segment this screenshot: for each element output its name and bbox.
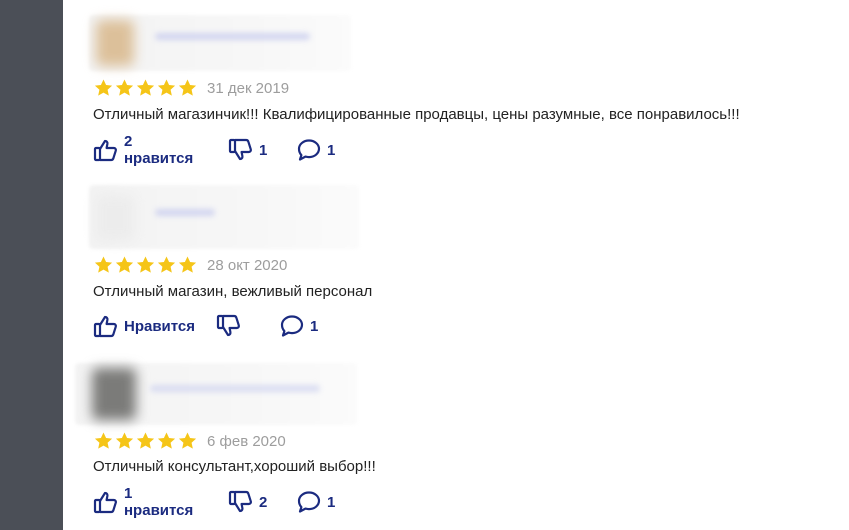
dislike-count: 1	[259, 141, 268, 159]
star-icon	[94, 79, 113, 96]
like-button[interactable]: 2 нравится	[93, 133, 193, 167]
star-icon	[115, 256, 134, 273]
rating-row: 6 фев 2020	[93, 431, 286, 451]
thumbs-up-icon	[93, 313, 119, 339]
author-name-blurred[interactable]	[155, 209, 215, 216]
like-button[interactable]: 1 нравится	[93, 485, 193, 519]
comment-count: 1	[327, 141, 336, 159]
left-sidebar	[0, 0, 63, 530]
like-count: Нравится	[124, 317, 196, 335]
star-icon	[115, 79, 134, 96]
dislike-button[interactable]	[216, 313, 247, 339]
star-icon	[94, 256, 113, 273]
star-icon	[178, 79, 197, 96]
comment-bubble-icon	[296, 137, 322, 163]
comment-count: 1	[327, 493, 336, 511]
dislike-button[interactable]: 1	[228, 137, 267, 163]
comment-bubble-icon	[279, 313, 305, 339]
star-rating	[93, 431, 198, 451]
star-rating	[93, 78, 198, 98]
comment-button[interactable]: 1	[296, 137, 335, 163]
star-icon	[178, 432, 197, 449]
star-rating	[93, 255, 198, 275]
review-date: 31 дек 2019	[207, 79, 290, 97]
star-icon	[157, 256, 176, 273]
rating-row: 28 окт 2020	[93, 255, 287, 275]
thumbs-down-icon	[216, 313, 242, 339]
like-button[interactable]: Нравится	[93, 313, 195, 339]
avatar[interactable]	[96, 195, 134, 241]
star-icon	[136, 256, 155, 273]
like-count: 2 нравится	[124, 133, 194, 167]
review-text: Отличный магазинчик!!! Квалифицированные…	[93, 106, 740, 123]
dislike-count: 2	[259, 493, 268, 511]
star-icon	[178, 256, 197, 273]
star-icon	[115, 432, 134, 449]
dislike-button[interactable]: 2	[228, 489, 267, 515]
thumbs-down-icon	[228, 137, 254, 163]
comment-bubble-icon	[296, 489, 322, 515]
star-icon	[94, 432, 113, 449]
review-text: Отличный консультант,хороший выбор!!!	[93, 458, 376, 475]
comment-count: 1	[310, 317, 319, 335]
avatar[interactable]	[96, 20, 134, 66]
author-name-blurred[interactable]	[150, 385, 320, 392]
comment-button[interactable]: 1	[296, 489, 335, 515]
star-icon	[157, 79, 176, 96]
review-date: 6 фев 2020	[207, 432, 286, 450]
star-icon	[157, 432, 176, 449]
thumbs-down-icon	[228, 489, 254, 515]
avatar[interactable]	[92, 368, 136, 420]
review-text: Отличный магазин, вежливый персонал	[93, 283, 373, 300]
comment-button[interactable]: 1	[279, 313, 318, 339]
thumbs-up-icon	[93, 137, 119, 163]
rating-row: 31 дек 2019	[93, 78, 289, 98]
star-icon	[136, 79, 155, 96]
thumbs-up-icon	[93, 489, 119, 515]
author-name-blurred[interactable]	[155, 33, 310, 40]
review-date: 28 окт 2020	[207, 256, 288, 274]
like-count: 1 нравится	[124, 485, 194, 519]
star-icon	[136, 432, 155, 449]
